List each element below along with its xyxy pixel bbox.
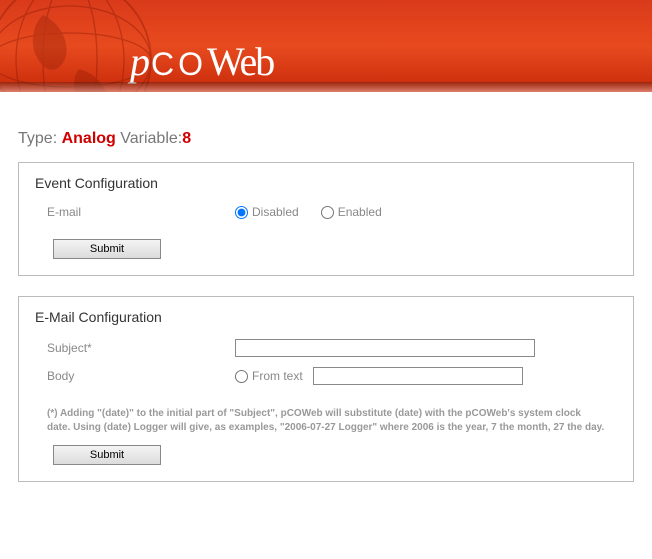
type-label: Type: [18,130,57,147]
email-radio-group: Disabled Enabled [235,205,382,219]
body-fromtext-radio[interactable] [235,370,248,383]
subject-row: Subject* [35,339,617,357]
variable-label: Variable: [120,130,182,147]
email-disabled-radio[interactable] [235,206,248,219]
subject-label: Subject* [35,341,235,355]
email-config-title: E-Mail Configuration [35,309,617,325]
email-disabled-option[interactable]: Disabled [235,205,299,219]
body-label: Body [35,369,235,383]
body-row: Body From text [35,367,617,385]
event-submit-button[interactable]: Submit [53,239,161,259]
fromtext-input[interactable] [313,367,523,385]
email-configuration-panel: E-Mail Configuration Subject* Body From … [18,296,634,482]
email-enabled-label: Enabled [338,205,382,219]
content-area: Type: Analog Variable:8 Event Configurat… [0,92,652,520]
event-configuration-panel: Event Configuration E-mail Disabled Enab… [18,162,634,276]
subject-footnote: (*) Adding "(date)" to the initial part … [35,395,617,435]
body-fromtext-label: From text [252,369,303,383]
variable-value: 8 [182,130,191,147]
email-disabled-label: Disabled [252,205,299,219]
event-config-title: Event Configuration [35,175,617,191]
email-enabled-option[interactable]: Enabled [321,205,382,219]
type-value: Analog [62,130,116,147]
type-variable-line: Type: Analog Variable:8 [18,130,634,148]
email-row: E-mail Disabled Enabled [35,205,617,219]
subject-input[interactable] [235,339,535,357]
email-enabled-radio[interactable] [321,206,334,219]
email-label: E-mail [35,205,235,219]
email-submit-button[interactable]: Submit [53,445,161,465]
logo: pCOWeb [130,38,273,85]
header-banner: pCOWeb [0,0,652,92]
body-fromtext-option[interactable]: From text [235,369,303,383]
header-divider [0,82,652,92]
